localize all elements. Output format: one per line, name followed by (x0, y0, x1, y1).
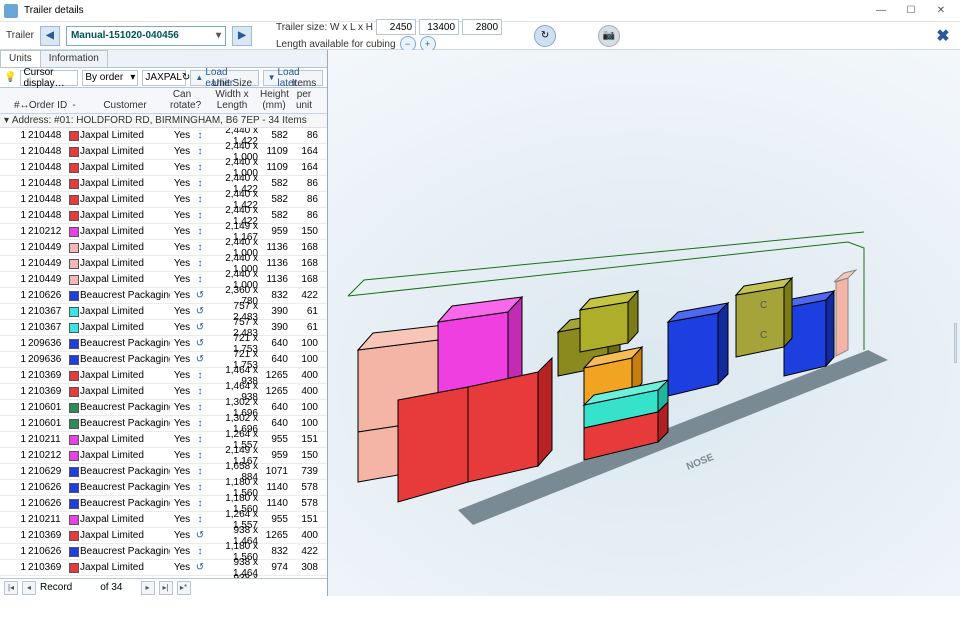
len-avail-label: Length available for cubing (276, 39, 396, 50)
table-row[interactable]: 1210369Jaxpal LimitedYes↕1,464 x 9381265… (0, 384, 327, 400)
bulb-icon: 💡 (4, 72, 16, 83)
app-icon (4, 4, 18, 18)
trailer-combo-value: Manual-151020-040456 (71, 30, 179, 41)
record-of: of 34 (100, 582, 122, 593)
length-input[interactable] (419, 19, 459, 35)
next-record-button[interactable]: ▸ (141, 581, 155, 595)
maximize-button[interactable]: ☐ (896, 1, 926, 21)
col-order[interactable]: Order ID (28, 100, 68, 111)
table-row[interactable]: 1210448Jaxpal LimitedYes↕2,440 x 1,42258… (0, 128, 327, 144)
table-row[interactable]: 1210448Jaxpal LimitedYes↕2,440 x 1,42258… (0, 208, 327, 224)
grid-toolbar: 💡 Cursor display… By order▾ JAXPAL↻ ▲Loa… (0, 68, 327, 88)
tabs: Units Information (0, 50, 327, 68)
col-height[interactable]: Height (mm) (260, 89, 290, 111)
table-row[interactable]: 1209636Beaucrest Packaging SoluYes↺721 x… (0, 336, 327, 352)
chevron-down-icon: ▾ (130, 72, 135, 83)
table-row[interactable]: 1210601Beaucrest Packaging SoluYes↕1,302… (0, 400, 327, 416)
prev-trailer-button[interactable]: ◀ (40, 26, 60, 46)
refresh-button[interactable]: ↻ (534, 25, 556, 47)
table-row[interactable]: 1210629Beaucrest Packaging SoluYes↕1,658… (0, 464, 327, 480)
arrow-up-icon: ▲ (195, 73, 203, 82)
table-row[interactable]: 1210448Jaxpal LimitedYes↕2,440 x 1,42258… (0, 176, 327, 192)
table-row[interactable]: 1210626Beaucrest Packaging SoluYes↺2,360… (0, 288, 327, 304)
jaxpal-select[interactable]: JAXPAL↻ (142, 70, 186, 86)
grid-body: 1210448Jaxpal LimitedYes↕2,440 x 1,42258… (0, 128, 327, 578)
refresh-icon: ↻ (541, 30, 549, 41)
record-navigator: |◂ ◂ Record of 34 ▸ ▸| ▸* (0, 578, 327, 596)
window-title: Trailer details (24, 5, 84, 16)
tab-information[interactable]: Information (40, 50, 108, 67)
table-row[interactable]: 1210212Jaxpal LimitedYes↕2,149 x 1,16795… (0, 448, 327, 464)
nose-label: NOSE (685, 452, 716, 473)
close-button[interactable]: ✕ (926, 1, 956, 21)
collapse-icon: ▾ (4, 115, 12, 126)
col-rotate[interactable]: Can rotate? (170, 89, 194, 111)
address-group-row[interactable]: ▾ Address: #01: HOLDFORD RD, BIRMINGHAM,… (0, 114, 327, 128)
top-toolbar: Trailer ◀ Manual-151020-040456 ▾ ▶ Trail… (0, 22, 960, 50)
col-size[interactable]: Unit Size Width x Length (206, 78, 260, 111)
minimize-button[interactable]: — (866, 1, 896, 21)
3d-viewport[interactable]: NOSE (328, 50, 960, 596)
size-label: Trailer size: W x L x H (276, 22, 373, 33)
table-row[interactable]: 1210369Jaxpal LimitedYes↺938 x 1,4641265… (0, 528, 327, 544)
table-row[interactable]: 1210449Jaxpal LimitedYes↕2,440 x 1,00011… (0, 272, 327, 288)
table-row[interactable]: 1210601Beaucrest Packaging SoluYes↕1,302… (0, 416, 327, 432)
table-row[interactable]: 1210448Jaxpal LimitedYes↕2,440 x 1,42258… (0, 192, 327, 208)
height-input[interactable] (462, 19, 502, 35)
sort-select[interactable]: By order▾ (82, 70, 138, 86)
table-row[interactable]: 1210448Jaxpal LimitedYes↕2,440 x 1,00011… (0, 160, 327, 176)
table-row[interactable]: 1210449Jaxpal LimitedYes↕2,440 x 1,00011… (0, 240, 327, 256)
new-record-button[interactable]: ▸* (177, 581, 191, 595)
col-customer[interactable]: Customer (80, 100, 170, 111)
col-items[interactable]: Items per unit (290, 78, 320, 111)
svg-text:C: C (760, 300, 767, 311)
grid-header: #↔ Order ID - Customer Can rotate? Unit … (0, 88, 327, 114)
panel-close-button[interactable]: ✖ (932, 25, 954, 47)
trailer-combo[interactable]: Manual-151020-040456 ▾ (66, 26, 226, 46)
main: Units Information 💡 Cursor display… By o… (0, 50, 960, 596)
first-record-button[interactable]: |◂ (4, 581, 18, 595)
table-row[interactable]: 1210211Jaxpal LimitedYes↕1,264 x 1,55795… (0, 432, 327, 448)
camera-button[interactable]: 📷 (598, 25, 620, 47)
svg-text:C: C (760, 330, 767, 341)
table-row[interactable]: 1210369Jaxpal LimitedYes↺938 x 1,4649743… (0, 560, 327, 576)
table-row[interactable]: 1210367Jaxpal LimitedYes↺757 x 2,4833906… (0, 304, 327, 320)
last-record-button[interactable]: ▸| (159, 581, 173, 595)
table-row[interactable]: 1210626Beaucrest Packaging SoluYes↕1,180… (0, 544, 327, 560)
table-row[interactable]: 1210626Beaucrest Packaging SoluYes↕1,180… (0, 480, 327, 496)
arrow-down-icon: ▼ (268, 73, 276, 82)
camera-icon: 📷 (603, 30, 615, 41)
table-row[interactable]: 1210367Jaxpal LimitedYes↺757 x 2,4833906… (0, 320, 327, 336)
trailer-label: Trailer (6, 30, 34, 41)
table-row[interactable]: 1210369Jaxpal LimitedYes↕1,464 x 9381265… (0, 368, 327, 384)
table-row[interactable]: 1210449Jaxpal LimitedYes↕2,440 x 1,00011… (0, 256, 327, 272)
record-label: Record (40, 582, 72, 593)
table-row[interactable]: 1210211Jaxpal LimitedYes↕1,264 x 1,55795… (0, 512, 327, 528)
width-input[interactable] (376, 19, 416, 35)
prev-record-button[interactable]: ◂ (22, 581, 36, 595)
table-row[interactable]: 1210212Jaxpal LimitedYes↕2,149 x 1,16795… (0, 224, 327, 240)
right-splitter-handle[interactable] (954, 323, 957, 363)
cursor-display-select[interactable]: Cursor display… (20, 70, 78, 86)
next-trailer-button[interactable]: ▶ (232, 26, 252, 46)
left-pane: Units Information 💡 Cursor display… By o… (0, 50, 328, 596)
table-row[interactable]: 1210448Jaxpal LimitedYes↕2,440 x 1,00011… (0, 144, 327, 160)
col-num[interactable]: #↔ (14, 100, 28, 111)
trailer-3d-render: NOSE (328, 50, 960, 596)
table-row[interactable]: 1209636Beaucrest Packaging SoluYes↺721 x… (0, 352, 327, 368)
tab-units[interactable]: Units (0, 50, 41, 67)
chevron-down-icon: ▾ (216, 30, 221, 41)
table-row[interactable]: 1210626Beaucrest Packaging SoluYes↕1,180… (0, 496, 327, 512)
